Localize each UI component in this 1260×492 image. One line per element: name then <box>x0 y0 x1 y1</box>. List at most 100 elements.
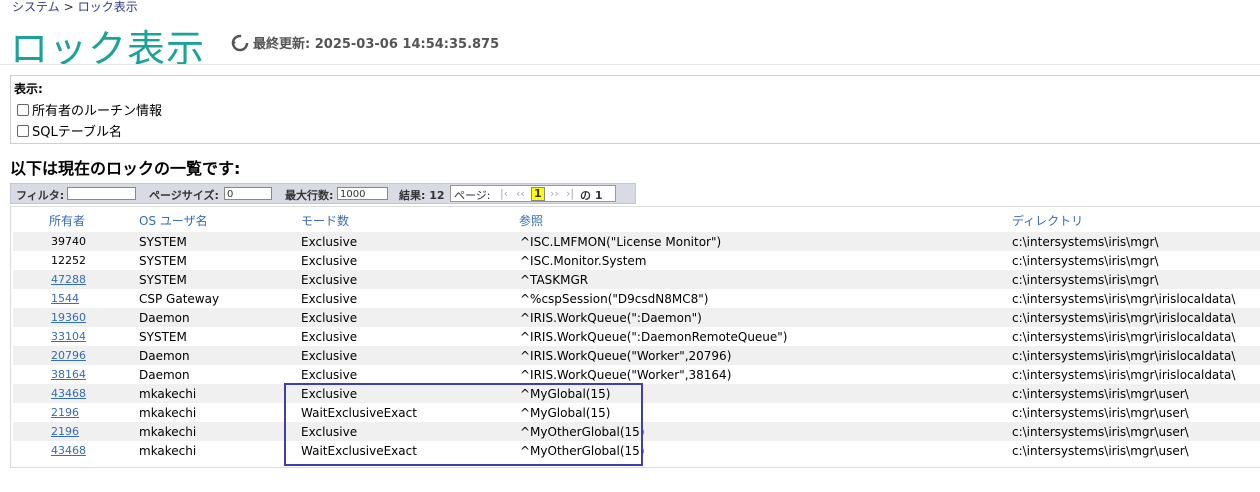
owner-cell[interactable]: 2196 <box>51 406 79 419</box>
os-user-cell: SYSTEM <box>139 235 187 249</box>
pager-total: の 1 <box>580 189 603 202</box>
refresh-icon[interactable] <box>231 34 249 52</box>
breadcrumb-separator: > <box>63 0 74 14</box>
pager-next-button[interactable]: ›› <box>550 187 559 200</box>
directory-cell: c:\intersystems\iris\mgr\user\ <box>1012 387 1189 401</box>
os-user-cell: SYSTEM <box>139 273 187 287</box>
owner-cell[interactable]: 2196 <box>51 425 79 438</box>
reference-cell: ^TASKMGR <box>520 273 589 287</box>
table-row[interactable]: 1544 CSP Gateway Exclusive ^%cspSession("D9… <box>13 289 1260 308</box>
os-user-cell: mkakechi <box>139 444 197 458</box>
os-user-cell: mkakechi <box>139 425 197 439</box>
refresh-area: 最終更新: 2025-03-06 14:54:35.875 <box>231 33 499 52</box>
directory-cell: c:\intersystems\iris\mgr\user\ <box>1012 425 1189 439</box>
mode-cell: Exclusive <box>301 368 358 382</box>
pager-current-page[interactable]: 1 <box>531 187 545 201</box>
mode-cell: Exclusive <box>301 349 358 363</box>
directory-cell: c:\intersystems\iris\mgr\ <box>1012 254 1159 268</box>
owner-cell[interactable]: 47288 <box>51 273 86 286</box>
reference-cell: ^%cspSession("D9csdN8MC8") <box>520 292 709 306</box>
breadcrumb: システム > ロック表示 <box>12 0 138 15</box>
directory-cell: c:\intersystems\iris\mgr\irislocaldata\ <box>1012 368 1236 382</box>
table-row[interactable]: 20796 Daemon Exclusive ^IRIS.WorkQueue("Wor… <box>13 346 1260 365</box>
directory-cell: c:\intersystems\iris\mgr\irislocaldata\ <box>1012 330 1236 344</box>
owner-cell[interactable]: 1544 <box>51 292 79 305</box>
owner-cell[interactable]: 33104 <box>51 330 86 343</box>
directory-cell: c:\intersystems\iris\mgr\ <box>1012 273 1159 287</box>
os-user-cell: SYSTEM <box>139 330 187 344</box>
reference-cell: ^MyGlobal(15) <box>520 387 611 401</box>
os-user-cell: Daemon <box>139 368 190 382</box>
display-options-title: 表示: <box>14 82 43 96</box>
table-row[interactable]: 39740 SYSTEM Exclusive ^ISC.LMFMON("License… <box>13 232 1260 251</box>
lock-table: 所有者 OS ユーザ名 モード数 参照 ディレクトリ 39740 SYSTEM Ex… <box>10 206 1260 468</box>
owner-cell[interactable]: 43468 <box>51 444 86 457</box>
title-divider <box>0 64 1260 65</box>
max-rows-label: 最大行数: <box>285 189 334 202</box>
sql-table-name-checkbox[interactable] <box>17 124 29 137</box>
os-user-cell: SYSTEM <box>139 254 187 268</box>
pager-last-button[interactable]: ›| <box>566 187 574 200</box>
results-count: 結果: 12 <box>399 189 445 202</box>
mode-cell: Exclusive <box>301 273 358 287</box>
owner-routine-info-label: 所有者のルーチン情報 <box>32 104 163 119</box>
owner-cell: 39740 <box>51 235 86 248</box>
reference-cell: ^ISC.LMFMON("License Monitor") <box>520 235 722 249</box>
owner-cell[interactable]: 38164 <box>51 368 86 381</box>
table-row[interactable]: 19360 Daemon Exclusive ^IRIS.WorkQueue(":Da… <box>13 308 1260 327</box>
table-row[interactable]: 2196 mkakechi WaitExclusiveExact ^MyGlobal(… <box>13 403 1260 422</box>
mode-cell: WaitExclusiveExact <box>301 406 417 420</box>
os-user-cell: Daemon <box>139 311 190 325</box>
filter-input[interactable] <box>67 187 136 200</box>
os-user-cell: CSP Gateway <box>139 292 220 306</box>
reference-cell: ^MyOtherGlobal(15) <box>520 425 645 439</box>
directory-cell: c:\intersystems\iris\mgr\user\ <box>1012 444 1189 458</box>
sql-table-name-option[interactable]: SQLテーブル名 <box>17 121 122 140</box>
owner-routine-info-checkbox[interactable] <box>17 103 29 116</box>
table-row[interactable]: 33104 SYSTEM Exclusive ^IRIS.WorkQueue(":Da… <box>13 327 1260 346</box>
directory-cell: c:\intersystems\iris\mgr\irislocaldata\ <box>1012 311 1236 325</box>
mode-cell: WaitExclusiveExact <box>301 444 417 458</box>
column-header-mode[interactable]: モード数 <box>301 212 349 229</box>
column-header-directory[interactable]: ディレクトリ <box>1012 212 1083 229</box>
column-header-owner[interactable]: 所有者 <box>49 212 85 229</box>
table-row[interactable]: 47288 SYSTEM Exclusive ^TASKMGR c:\intersyst… <box>13 270 1260 289</box>
table-row[interactable]: 38164 Daemon Exclusive ^IRIS.WorkQueue("Wor… <box>13 365 1260 384</box>
table-row[interactable]: 2196 mkakechi Exclusive ^MyOtherGlobal(15) c… <box>13 422 1260 441</box>
breadcrumb-current[interactable]: ロック表示 <box>78 0 138 14</box>
table-row[interactable]: 43468 mkakechi WaitExclusiveExact ^MyOtherG… <box>13 441 1260 460</box>
mode-cell: Exclusive <box>301 330 358 344</box>
os-user-cell: mkakechi <box>139 406 197 420</box>
table-row[interactable]: 12252 SYSTEM Exclusive ^ISC.Monitor.System c… <box>13 251 1260 270</box>
breadcrumb-system-link[interactable]: システム <box>12 0 60 14</box>
owner-cell[interactable]: 19360 <box>51 311 86 324</box>
page-size-input[interactable]: 0 <box>224 187 272 200</box>
directory-cell: c:\intersystems\iris\mgr\user\ <box>1012 406 1189 420</box>
reference-cell: ^IRIS.WorkQueue("Worker",20796) <box>520 349 732 363</box>
owner-cell[interactable]: 43468 <box>51 387 86 400</box>
filter-label: フィルタ: <box>16 189 65 202</box>
max-rows-input[interactable]: 1000 <box>337 187 388 200</box>
pager-label: ページ: <box>454 189 491 202</box>
lock-list-heading: 以下は現在のロックの一覧です: <box>10 159 241 178</box>
sql-table-name-label: SQLテーブル名 <box>32 125 122 140</box>
column-header-os-user[interactable]: OS ユーザ名 <box>139 212 208 229</box>
directory-cell: c:\intersystems\iris\mgr\irislocaldata\ <box>1012 292 1236 306</box>
last-update-text: 最終更新: 2025-03-06 14:54:35.875 <box>253 37 500 52</box>
table-row[interactable]: 43468 mkakechi Exclusive ^MyGlobal(15) c:\in… <box>13 384 1260 403</box>
owner-cell: 12252 <box>51 254 86 267</box>
mode-cell: Exclusive <box>301 387 358 401</box>
pager-prev-button[interactable]: ‹‹ <box>516 187 525 200</box>
pager: ページ: |‹ ‹‹ 1 ›› ›| の 1 <box>450 185 616 202</box>
reference-cell: ^MyGlobal(15) <box>520 406 611 420</box>
owner-routine-info-option[interactable]: 所有者のルーチン情報 <box>17 100 162 119</box>
display-options-panel: 表示: 所有者のルーチン情報 SQLテーブル名 <box>10 75 1260 144</box>
reference-cell: ^MyOtherGlobal(15) <box>520 444 645 458</box>
reference-cell: ^ISC.Monitor.System <box>520 254 647 268</box>
mode-cell: Exclusive <box>301 235 358 249</box>
pager-first-button[interactable]: |‹ <box>500 187 508 200</box>
table-toolbar: フィルタ: ページサイズ: 0 最大行数: 1000 結果: 12 ページ: |… <box>10 183 636 204</box>
reference-cell: ^IRIS.WorkQueue(":Daemon") <box>520 311 702 325</box>
owner-cell[interactable]: 20796 <box>51 349 86 362</box>
column-header-reference[interactable]: 参照 <box>519 212 543 229</box>
